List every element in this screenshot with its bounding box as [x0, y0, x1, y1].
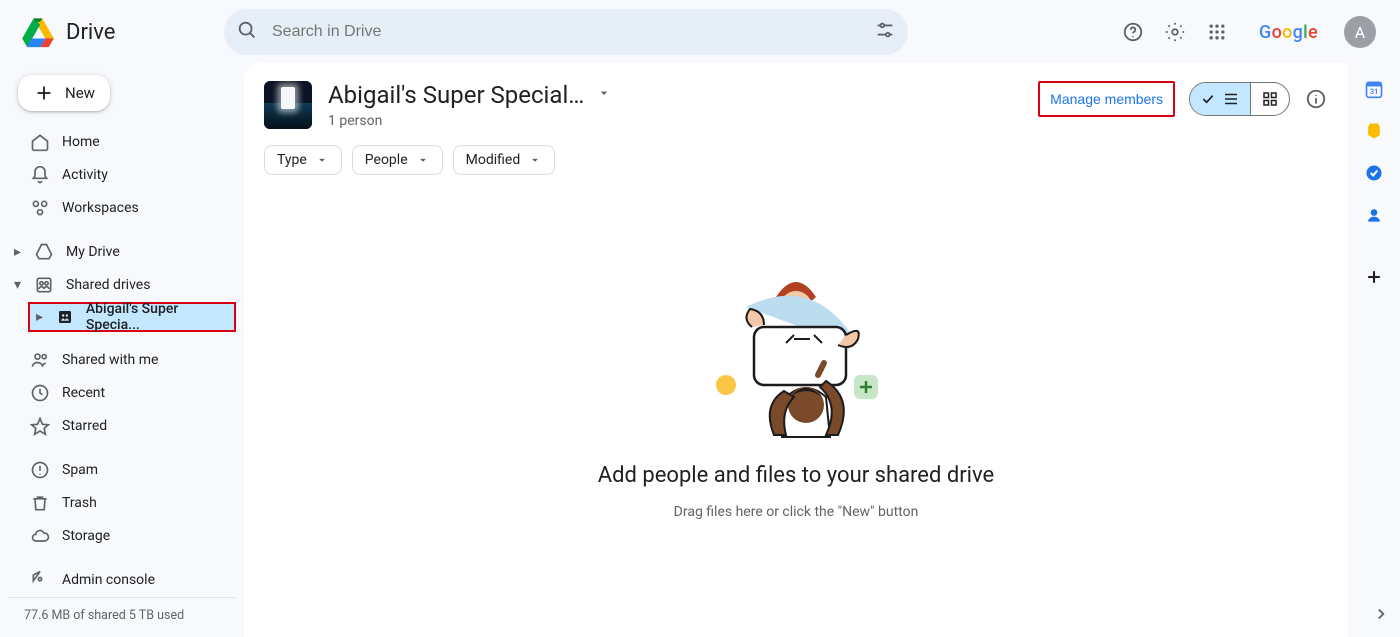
chip-label: Type: [277, 152, 307, 168]
calendar-icon[interactable]: 31: [1364, 79, 1384, 99]
storage-usage-text: 77.6 MB of shared 5 TB used: [8, 597, 236, 637]
trash-icon: [30, 493, 50, 513]
tasks-icon[interactable]: [1364, 163, 1384, 183]
add-icon[interactable]: [1364, 267, 1384, 287]
sidebar-item-home[interactable]: Home: [8, 126, 236, 158]
side-panel: 31: [1348, 65, 1400, 637]
hide-side-panel-icon[interactable]: [1372, 605, 1390, 627]
shared-drive-title[interactable]: Abigail's Super Special S...: [328, 81, 588, 109]
settings-icon[interactable]: [1163, 20, 1187, 44]
title-dropdown-icon[interactable]: [596, 85, 612, 105]
empty-state-illustration: [686, 257, 906, 447]
sidebar-item-label: Activity: [62, 167, 108, 183]
sidebar-item-label: Admin console: [62, 572, 155, 588]
check-icon: [1200, 91, 1216, 107]
contacts-icon[interactable]: [1364, 205, 1384, 225]
sidebar-item-recent[interactable]: Recent: [8, 377, 236, 409]
expand-icon[interactable]: ▸: [36, 309, 46, 325]
info-icon[interactable]: [1304, 87, 1328, 111]
empty-heading: Add people and files to your shared driv…: [598, 463, 994, 488]
grid-icon: [1261, 90, 1279, 108]
filter-chip-people[interactable]: People: [352, 145, 443, 175]
chevron-down-icon: [528, 153, 542, 167]
sidebar-item-label: Workspaces: [62, 200, 139, 216]
sidebar-item-label: Recent: [62, 385, 105, 401]
help-icon[interactable]: [1121, 20, 1145, 44]
drive-logo-icon: [18, 12, 58, 52]
cloud-icon: [30, 526, 50, 546]
sidebar-item-sub-drive-selected[interactable]: ▸ Abigail's Super Specia...: [28, 302, 236, 332]
empty-state: Add people and files to your shared driv…: [244, 179, 1348, 637]
my-drive-icon: [34, 242, 54, 262]
view-toggle: [1189, 82, 1290, 116]
chevron-down-icon: [315, 153, 329, 167]
sidebar-item-my-drive[interactable]: ▸ My Drive: [8, 236, 236, 268]
manage-members-button[interactable]: Manage members: [1038, 81, 1175, 117]
home-icon: [30, 132, 50, 152]
sidebar-item-shared-with-me[interactable]: Shared with me: [8, 344, 236, 376]
sidebar-item-label: Shared drives: [66, 277, 150, 293]
bell-icon: [30, 165, 50, 185]
main-content: Abigail's Super Special S... 1 person Ma…: [244, 63, 1348, 637]
search-options-icon[interactable]: [874, 19, 896, 45]
filter-chip-type[interactable]: Type: [264, 145, 342, 175]
svg-text:31: 31: [1370, 87, 1379, 96]
sidebar-item-trash[interactable]: Trash: [8, 487, 236, 519]
new-button-label: New: [65, 84, 95, 102]
list-view-button[interactable]: [1190, 83, 1250, 115]
shared-drives-icon: [34, 275, 54, 295]
keep-icon[interactable]: [1364, 121, 1384, 141]
star-icon: [30, 416, 50, 436]
brand[interactable]: Drive: [12, 12, 218, 52]
list-icon: [1222, 90, 1240, 108]
clock-icon: [30, 383, 50, 403]
sidebar-item-activity[interactable]: Activity: [8, 159, 236, 191]
chip-label: People: [365, 152, 408, 168]
sidebar-item-label: Trash: [62, 495, 97, 511]
account-avatar[interactable]: A: [1344, 16, 1376, 48]
expand-icon[interactable]: ▸: [14, 244, 24, 260]
sidebar-item-label: Starred: [62, 418, 107, 434]
sidebar: New Home Activity Workspaces ▸ My Drive: [0, 65, 244, 637]
chevron-down-icon: [416, 153, 430, 167]
sidebar-item-storage[interactable]: Storage: [8, 520, 236, 552]
filter-chip-modified[interactable]: Modified: [453, 145, 556, 175]
apps-grid-icon[interactable]: [1205, 20, 1229, 44]
collapse-icon[interactable]: ▾: [14, 277, 24, 293]
shared-drive-thumbnail: [264, 81, 312, 129]
spam-icon: [30, 460, 50, 480]
sidebar-item-label: Storage: [62, 528, 110, 544]
sidebar-item-label: My Drive: [66, 244, 120, 260]
empty-subtext: Drag files here or click the "New" butto…: [674, 504, 919, 520]
shared-drive-icon: [56, 308, 74, 326]
brand-text: Drive: [66, 20, 115, 45]
workspaces-icon: [30, 198, 50, 218]
chip-label: Modified: [466, 152, 521, 168]
sidebar-item-shared-drives[interactable]: ▾ Shared drives: [8, 269, 236, 301]
sidebar-item-label: Home: [62, 134, 100, 150]
search-icon: [236, 19, 258, 45]
sidebar-item-label: Spam: [62, 462, 98, 478]
search-bar[interactable]: [224, 9, 908, 55]
sidebar-item-starred[interactable]: Starred: [8, 410, 236, 442]
member-count-text: 1 person: [328, 113, 612, 129]
grid-view-button[interactable]: [1251, 83, 1289, 115]
sidebar-item-label: Shared with me: [62, 352, 158, 368]
search-input[interactable]: [270, 22, 862, 42]
admin-icon: [30, 570, 50, 590]
sidebar-item-label: Abigail's Super Specia...: [86, 301, 234, 333]
sidebar-item-workspaces[interactable]: Workspaces: [8, 192, 236, 224]
people-icon: [30, 350, 50, 370]
sidebar-item-spam[interactable]: Spam: [8, 454, 236, 486]
google-text: Google: [1259, 22, 1318, 43]
new-button[interactable]: New: [18, 75, 110, 111]
sidebar-item-admin-console[interactable]: Admin console: [8, 564, 236, 596]
